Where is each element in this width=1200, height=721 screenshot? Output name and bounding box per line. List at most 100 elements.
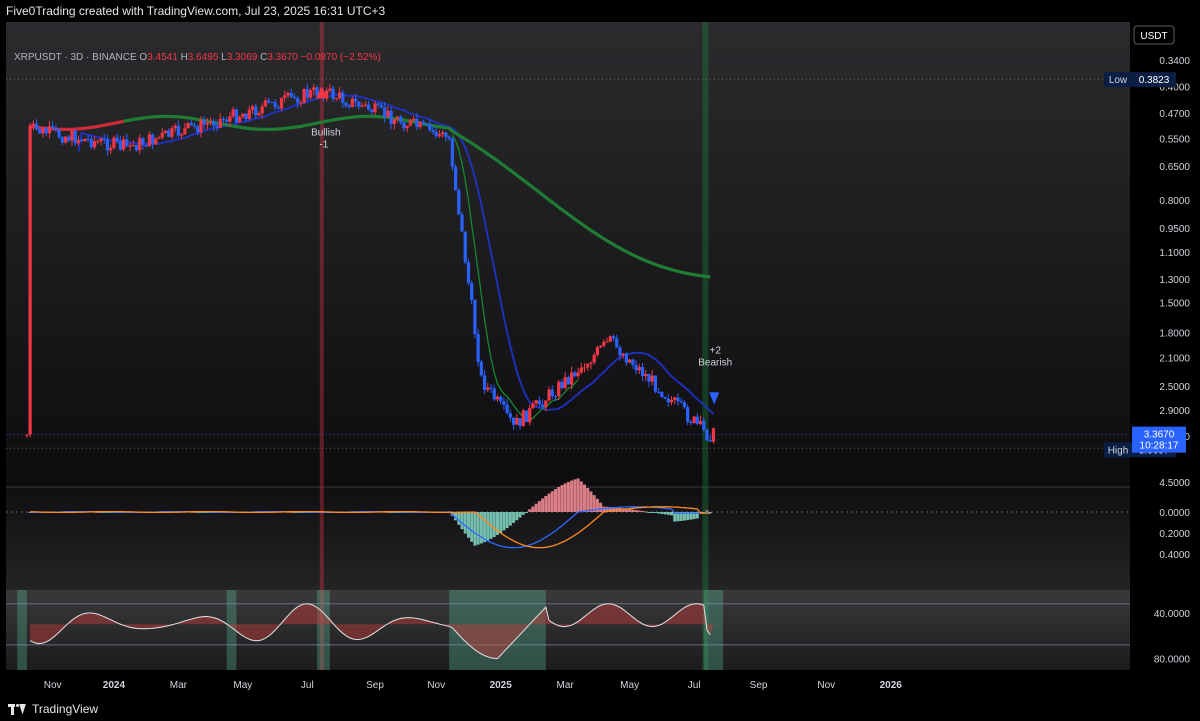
candle-body	[173, 125, 177, 129]
chart-svg[interactable]: Bullish-1 +2Bearish 0.3400 0.4000 0.4700 0.5…	[0, 22, 1200, 697]
macd-histogram-bar	[657, 512, 661, 514]
candle-body	[457, 190, 461, 215]
candle-body	[466, 262, 471, 283]
candle-body	[283, 95, 287, 98]
candle-body	[447, 136, 451, 139]
candle-body	[47, 126, 52, 134]
candle-body	[257, 113, 261, 116]
candle-body	[570, 372, 574, 385]
macd-histogram-bar	[502, 512, 506, 531]
candle-body	[415, 118, 419, 128]
macd-histogram-bar	[460, 512, 464, 530]
macd-tick-label: 0.0000	[1159, 508, 1190, 519]
candle-body	[341, 92, 345, 103]
candle-body	[244, 113, 248, 119]
candle-body	[121, 139, 126, 150]
candle-body	[296, 98, 300, 103]
candle-body	[437, 134, 442, 137]
candle-body	[505, 404, 509, 414]
candle-body	[566, 377, 570, 385]
candle-body	[386, 110, 390, 118]
candle-body	[28, 125, 32, 435]
candle-body	[67, 136, 71, 141]
candle-body	[118, 141, 122, 150]
candle-body	[134, 144, 139, 151]
tradingview-brand: TradingView	[32, 702, 99, 716]
osc-tick-label: 80.0000	[1154, 655, 1191, 666]
candle-body	[634, 364, 638, 371]
oscillator-pane[interactable]	[6, 590, 1130, 670]
candle-body	[228, 116, 232, 122]
macd-histogram-bar	[653, 512, 657, 513]
time-tick-label: May	[620, 680, 639, 691]
time-tick-label: Nov	[44, 680, 62, 691]
candle-body	[492, 388, 496, 400]
legend-high: 3.6495	[187, 52, 219, 63]
candle-body	[328, 88, 332, 91]
candle-body	[289, 92, 293, 97]
candle-body	[383, 107, 387, 118]
price-tick-label: 1.8000	[1159, 328, 1190, 339]
candle-body	[176, 125, 180, 136]
macd-histogram-bar	[524, 512, 528, 513]
macd-histogram-bar	[518, 512, 522, 518]
price-tick-label: 1.3000	[1159, 275, 1190, 286]
currency-label: USDT	[1140, 31, 1167, 42]
candle-body	[441, 132, 445, 135]
candle-body	[621, 353, 625, 356]
macd-histogram-bar	[670, 512, 674, 516]
price-tick-label: 2.1000	[1159, 353, 1190, 364]
candle-body	[212, 121, 216, 126]
macd-histogram-bar	[537, 501, 541, 512]
macd-histogram-bar	[550, 491, 554, 512]
candle-body	[163, 130, 168, 133]
legend-open: 3.4541	[147, 52, 178, 63]
osc-signal-zone	[17, 590, 27, 670]
candle-body	[366, 104, 371, 110]
macd-histogram-bar	[544, 495, 548, 512]
price-tick-label: 0.3400	[1159, 56, 1190, 67]
top-caption-bar: Five0Trading created with TradingView.co…	[0, 0, 1200, 22]
candle-body	[473, 299, 477, 335]
candle-body	[673, 397, 677, 401]
tradingview-logo[interactable]: TradingView	[8, 702, 98, 716]
candle-body	[147, 134, 151, 147]
candle-body	[373, 103, 377, 113]
candle-body	[186, 123, 190, 129]
candle-body	[150, 134, 155, 145]
chart-area[interactable]: Bullish -1 +2 Bearish 0.3400 0.4000 0.4700 0.5…	[0, 22, 1200, 697]
candle-body	[170, 128, 174, 137]
last-price-value: 3.3670	[1144, 430, 1175, 441]
macd-tick-label: 0.4000	[1159, 550, 1190, 561]
candle-body	[489, 387, 493, 389]
candle-body	[312, 87, 316, 91]
candle-body	[702, 421, 706, 430]
candle-body	[196, 126, 200, 133]
candle-body	[476, 334, 480, 362]
high-tag-label: High	[1108, 445, 1129, 456]
macd-histogram-bar	[483, 512, 487, 543]
candle-body	[657, 391, 661, 393]
price-pane[interactable]	[6, 22, 1130, 486]
candle-body	[637, 367, 641, 371]
candle-body	[279, 97, 284, 109]
candle-body	[453, 166, 458, 191]
macd-histogram-bar	[512, 512, 516, 523]
candle-body	[650, 375, 654, 382]
macd-histogram-bar	[563, 483, 567, 512]
macd-histogram-bar	[492, 512, 496, 537]
candle-body	[605, 341, 609, 343]
candle-body	[660, 392, 664, 398]
price-tick-label: 1.1000	[1159, 248, 1190, 259]
candle-body	[499, 396, 503, 402]
candle-body	[544, 400, 548, 408]
candle-body	[331, 88, 335, 99]
candle-body	[225, 119, 229, 122]
legend-change: −0.0870 (−2.52%)	[300, 52, 381, 63]
macd-histogram-bar	[515, 512, 519, 521]
candle-body	[160, 132, 164, 138]
macd-histogram-bar	[628, 509, 632, 512]
price-tick-label: 0.5500	[1159, 135, 1190, 146]
time-tick-label: Nov	[817, 680, 835, 691]
macd-histogram-bar	[557, 487, 561, 512]
